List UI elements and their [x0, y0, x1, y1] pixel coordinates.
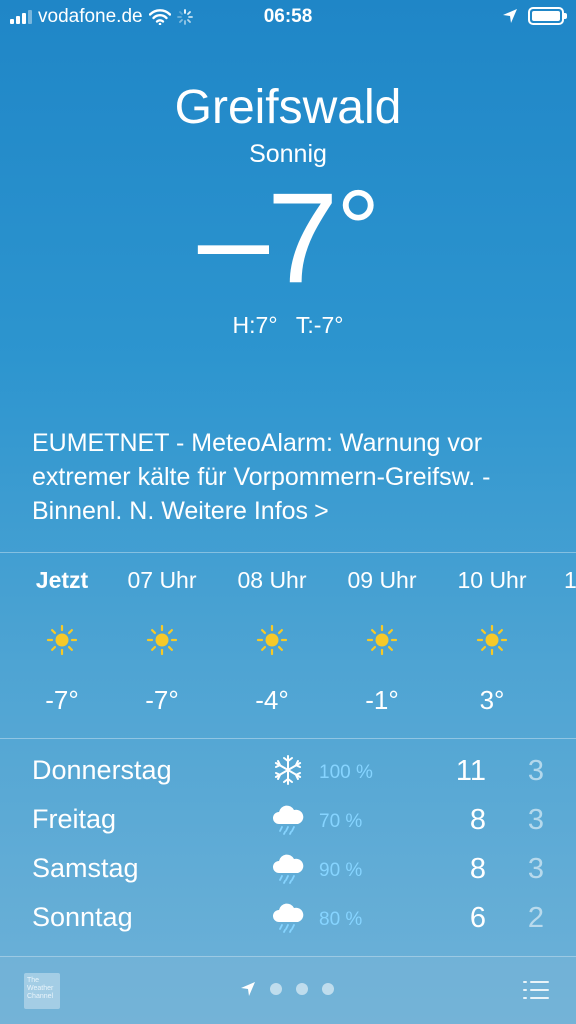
hour-label: 1 — [564, 567, 576, 593]
sun-icon — [477, 625, 507, 655]
precip-chance: 80 % — [319, 909, 363, 930]
hour-label: 10 Uhr — [457, 567, 527, 593]
snowflake-icon — [274, 755, 302, 785]
day-high: 11 — [455, 755, 486, 787]
daily-row: Samstag 90 % 8 3 — [0, 843, 576, 892]
daily-forecast[interactable]: Donnerstag 100 % 11 3 Freitag 70 % 8 3 S… — [0, 742, 576, 956]
hour-label: 08 Uhr — [237, 567, 307, 593]
temperature-unit: ° — [336, 168, 380, 291]
high-temperature: H:7° — [232, 312, 278, 338]
day-low: 3 — [527, 755, 544, 787]
daily-row: Freitag 70 % 8 3 — [0, 794, 576, 843]
day-low: 2 — [527, 902, 544, 934]
chevron-right-icon: > — [314, 497, 329, 525]
precip-chance: 70 % — [319, 811, 363, 832]
hour-temperature: -4° — [255, 685, 289, 715]
sun-icon — [147, 625, 177, 655]
city-name: Greifswald — [174, 81, 402, 134]
day-high: 8 — [469, 853, 486, 885]
location-arrow-icon — [503, 9, 517, 23]
sun-icon — [257, 625, 287, 655]
list-icon[interactable] — [522, 979, 550, 1001]
hour-temperature: -7° — [145, 685, 179, 715]
day-low: 3 — [527, 853, 544, 885]
daily-row: Donnerstag 100 % 11 3 — [0, 745, 576, 794]
page-indicator[interactable] — [240, 981, 334, 997]
hour-label: Jetzt — [35, 567, 89, 593]
status-right — [502, 7, 567, 25]
temperature-value: –7 — [197, 167, 338, 310]
precip-chance: 100 % — [319, 762, 373, 783]
hour-temperature: -7° — [45, 685, 79, 715]
status-time: 06:58 — [263, 6, 313, 27]
day-name: Freitag — [32, 804, 117, 834]
hour-temperature: -1° — [365, 685, 399, 715]
bottom-toolbar: The Weather Channel — [0, 956, 576, 1024]
sun-icon — [47, 625, 77, 655]
high-low: H:7° T:-7° — [0, 312, 576, 339]
weather-alert[interactable]: EUMETNET - MeteoAlarm: Warnung vor extre… — [32, 426, 552, 528]
daily-row: Sonntag 80 % 6 2 — [0, 892, 576, 941]
rain-cloud-icon — [273, 805, 304, 835]
weather-channel-logo[interactable]: The Weather Channel — [24, 973, 60, 1009]
hour-label: 07 Uhr — [127, 567, 197, 593]
page-dot[interactable] — [296, 983, 308, 995]
battery-icon — [528, 7, 567, 25]
day-name: Sonntag — [32, 902, 133, 932]
day-name: Donnerstag — [32, 755, 172, 785]
precip-chance: 90 % — [319, 860, 363, 881]
day-high: 6 — [469, 902, 486, 934]
day-low: 3 — [527, 804, 544, 836]
hour-temperature: 3° — [479, 685, 505, 715]
page-dot[interactable] — [270, 983, 282, 995]
day-high: 8 — [469, 804, 486, 836]
rain-cloud-icon — [273, 903, 304, 933]
weather-condition: Sonnig — [249, 140, 327, 168]
day-name: Samstag — [32, 853, 139, 883]
alert-text: EUMETNET - MeteoAlarm: Warnung vor extre… — [32, 429, 491, 525]
rain-cloud-icon — [273, 854, 304, 884]
low-temperature: T:-7° — [295, 312, 344, 338]
hour-label: 09 Uhr — [347, 567, 417, 593]
divider — [0, 738, 576, 739]
sun-icon — [367, 625, 397, 655]
current-temperature: –7° — [0, 175, 576, 303]
location-arrow-icon[interactable] — [240, 981, 256, 997]
hourly-forecast[interactable]: Jetzt -7° 07 Uhr -7° 08 Uhr -4° 09 Uhr -… — [0, 553, 576, 738]
page-dot[interactable] — [322, 983, 334, 995]
status-bar: vodafone.de 06:58 — [0, 0, 576, 34]
